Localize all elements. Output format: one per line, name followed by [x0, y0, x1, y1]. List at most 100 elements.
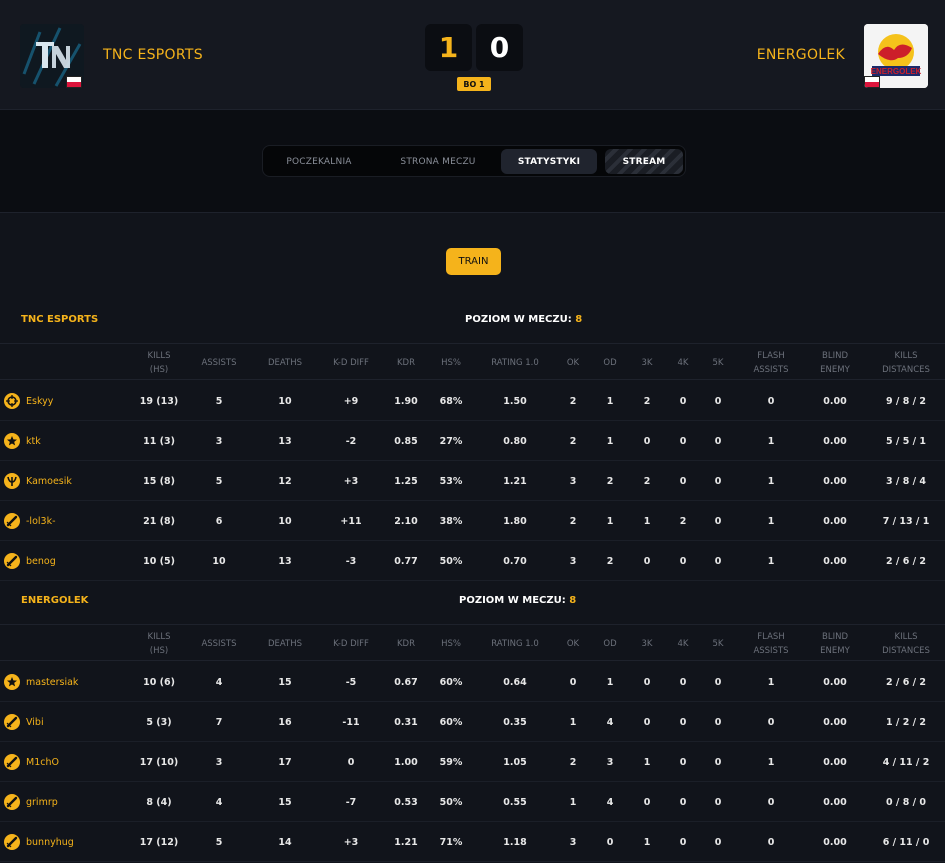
header-kdr[interactable]: KDR [397, 344, 415, 381]
cell-kd-diff: -7 [345, 796, 357, 808]
cell-ok: 2 [569, 395, 577, 407]
team2-logo-text: ENERGOLEK [871, 67, 922, 76]
player-name[interactable]: -lol3k- [26, 501, 56, 541]
header-3k[interactable]: 3K [642, 344, 653, 381]
header-kills-hs[interactable]: KILLS (HS) [148, 344, 171, 381]
player-name[interactable]: Eskyy [26, 381, 53, 421]
tab-poczekalnia[interactable]: POCZEKALNIA [269, 149, 369, 174]
cell-deaths: 10 [278, 515, 292, 527]
stats-table-header: KILLS (HS) ASSISTS DEATHS K-D DIFF KDR HS% RATI… [0, 343, 945, 380]
header-blind-enemy[interactable]: BLIND ENEMY [820, 344, 850, 381]
stats-panel: TRAIN TNC ESPORTS POZIOM W MECZU: 8 KILLS(… [0, 212, 945, 863]
cell-deaths: 14 [278, 836, 292, 848]
player-name[interactable]: benog [26, 541, 56, 581]
match-level: POZIOM W MECZU: 8 [465, 314, 582, 325]
cell-deaths: 13 [278, 555, 292, 567]
match-level-label: POZIOM W MECZU: [459, 595, 570, 606]
cell-assists: 10 [212, 555, 226, 567]
table-row: Eskyy 19 (13) 5 10 +9 1.90 68% 1.50 2 1 2 0 0 0 0.00 9 … [0, 381, 945, 421]
cell-flash-assists: 0 [767, 796, 775, 808]
cell-flash-assists: 1 [767, 515, 775, 527]
cell-4k: 0 [679, 395, 687, 407]
header-kills-distances[interactable]: KILLS DISTANCES [882, 344, 930, 381]
header-blind-enemy[interactable]: BLIND ENEMY [820, 625, 850, 662]
cell-3k: 0 [643, 435, 651, 447]
header-rating[interactable]: RATING 1.0 [491, 344, 539, 381]
cell-od: 2 [606, 475, 614, 487]
team-section-header: ENERGOLEK POZIOM W MECZU: 8 [0, 584, 945, 620]
header-kills-hs[interactable]: KILLS (HS) [148, 625, 171, 662]
player-name[interactable]: mastersiak [26, 662, 78, 702]
cell-rating: 0.80 [503, 435, 527, 447]
slash-icon [4, 754, 20, 770]
tab-statystyki[interactable]: STATYSTYKI [501, 149, 597, 174]
cell-kills-distances: 9 / 8 / 2 [886, 395, 926, 407]
header-4k[interactable]: 4K [678, 625, 689, 662]
trident-icon [4, 473, 20, 489]
cell-4k: 0 [679, 836, 687, 848]
cell-deaths: 16 [278, 716, 292, 728]
table-row: grimrp 8 (4) 4 15 -7 0.53 50% 0.55 1 4 0 0 0 0 0.00 0 /… [0, 782, 945, 822]
header-3k[interactable]: 3K [642, 625, 653, 662]
team2-logo[interactable]: ENERGOLEK [864, 24, 928, 88]
map-button[interactable]: TRAIN [446, 248, 501, 275]
cell-kdr: 0.77 [394, 555, 418, 567]
cell-kd-diff: -3 [345, 555, 357, 567]
header-hs-percent[interactable]: HS% [441, 344, 461, 381]
header-flash-assists[interactable]: FLASH ASSISTS [753, 625, 788, 662]
header-ok[interactable]: OK [567, 625, 579, 662]
cell-blind-enemy: 0.00 [823, 515, 847, 527]
player-name[interactable]: bunnyhug [26, 822, 74, 862]
header-5k[interactable]: 5K [713, 344, 724, 381]
header-flash-assists[interactable]: FLASH ASSISTS [753, 344, 788, 381]
header-ok[interactable]: OK [567, 344, 579, 381]
player-name[interactable]: Vibi [26, 702, 44, 742]
header-assists[interactable]: ASSISTS [201, 344, 236, 381]
cell-kdr: 0.31 [394, 716, 418, 728]
tab-stream[interactable]: STREAM [605, 149, 683, 174]
cell-deaths: 17 [278, 756, 292, 768]
header-assists[interactable]: ASSISTS [201, 625, 236, 662]
header-5k[interactable]: 5K [713, 625, 724, 662]
header-kills-distances[interactable]: KILLS DISTANCES [882, 625, 930, 662]
player-name[interactable]: Kamoesik [26, 461, 72, 501]
cell-hs-percent: 50% [439, 796, 463, 808]
tab-strona-meczu[interactable]: STRONA MECZU [383, 149, 493, 174]
cell-od: 3 [606, 756, 614, 768]
cell-4k: 0 [679, 756, 687, 768]
team2-name[interactable]: ENERGOLEK [757, 47, 845, 63]
cell-od: 0 [606, 836, 614, 848]
team1-logo[interactable] [20, 24, 84, 88]
team1-name[interactable]: TNC ESPORTS [103, 47, 203, 63]
header-hs-percent[interactable]: HS% [441, 625, 461, 662]
header-4k[interactable]: 4K [678, 344, 689, 381]
player-name[interactable]: ktk [26, 421, 41, 461]
header-kd-diff[interactable]: K-D DIFF [333, 625, 369, 662]
player-name[interactable]: M1chO [26, 742, 59, 782]
cell-hs-percent: 27% [439, 435, 463, 447]
cell-4k: 0 [679, 676, 687, 688]
slash-icon [4, 553, 20, 569]
slash-icon [4, 794, 20, 810]
header-kdr[interactable]: KDR [397, 625, 415, 662]
cell-blind-enemy: 0.00 [823, 395, 847, 407]
cell-ok: 3 [569, 555, 577, 567]
header-od[interactable]: OD [603, 344, 616, 381]
header-rating[interactable]: RATING 1.0 [491, 625, 539, 662]
header-od[interactable]: OD [603, 625, 616, 662]
header-kd-diff[interactable]: K-D DIFF [333, 344, 369, 381]
header-deaths[interactable]: DEATHS [268, 625, 302, 662]
cell-5k: 0 [714, 796, 722, 808]
cell-3k: 0 [643, 555, 651, 567]
cell-hs-percent: 68% [439, 395, 463, 407]
cell-kdr: 2.10 [394, 515, 418, 527]
cell-kd-diff: +3 [343, 475, 359, 487]
table-row: mastersiak 10 (6) 4 15 -5 0.67 60% 0.64 0 1 0 0 0 1 0.… [0, 662, 945, 702]
player-name[interactable]: grimrp [26, 782, 58, 822]
cell-ok: 2 [569, 515, 577, 527]
cell-rating: 1.50 [503, 395, 527, 407]
cell-assists: 5 [215, 836, 223, 848]
cell-5k: 0 [714, 395, 722, 407]
match-header: TNC ESPORTS 1 0 BO 1 ENERGOLEK ENERGOLEK [0, 0, 945, 110]
header-deaths[interactable]: DEATHS [268, 344, 302, 381]
